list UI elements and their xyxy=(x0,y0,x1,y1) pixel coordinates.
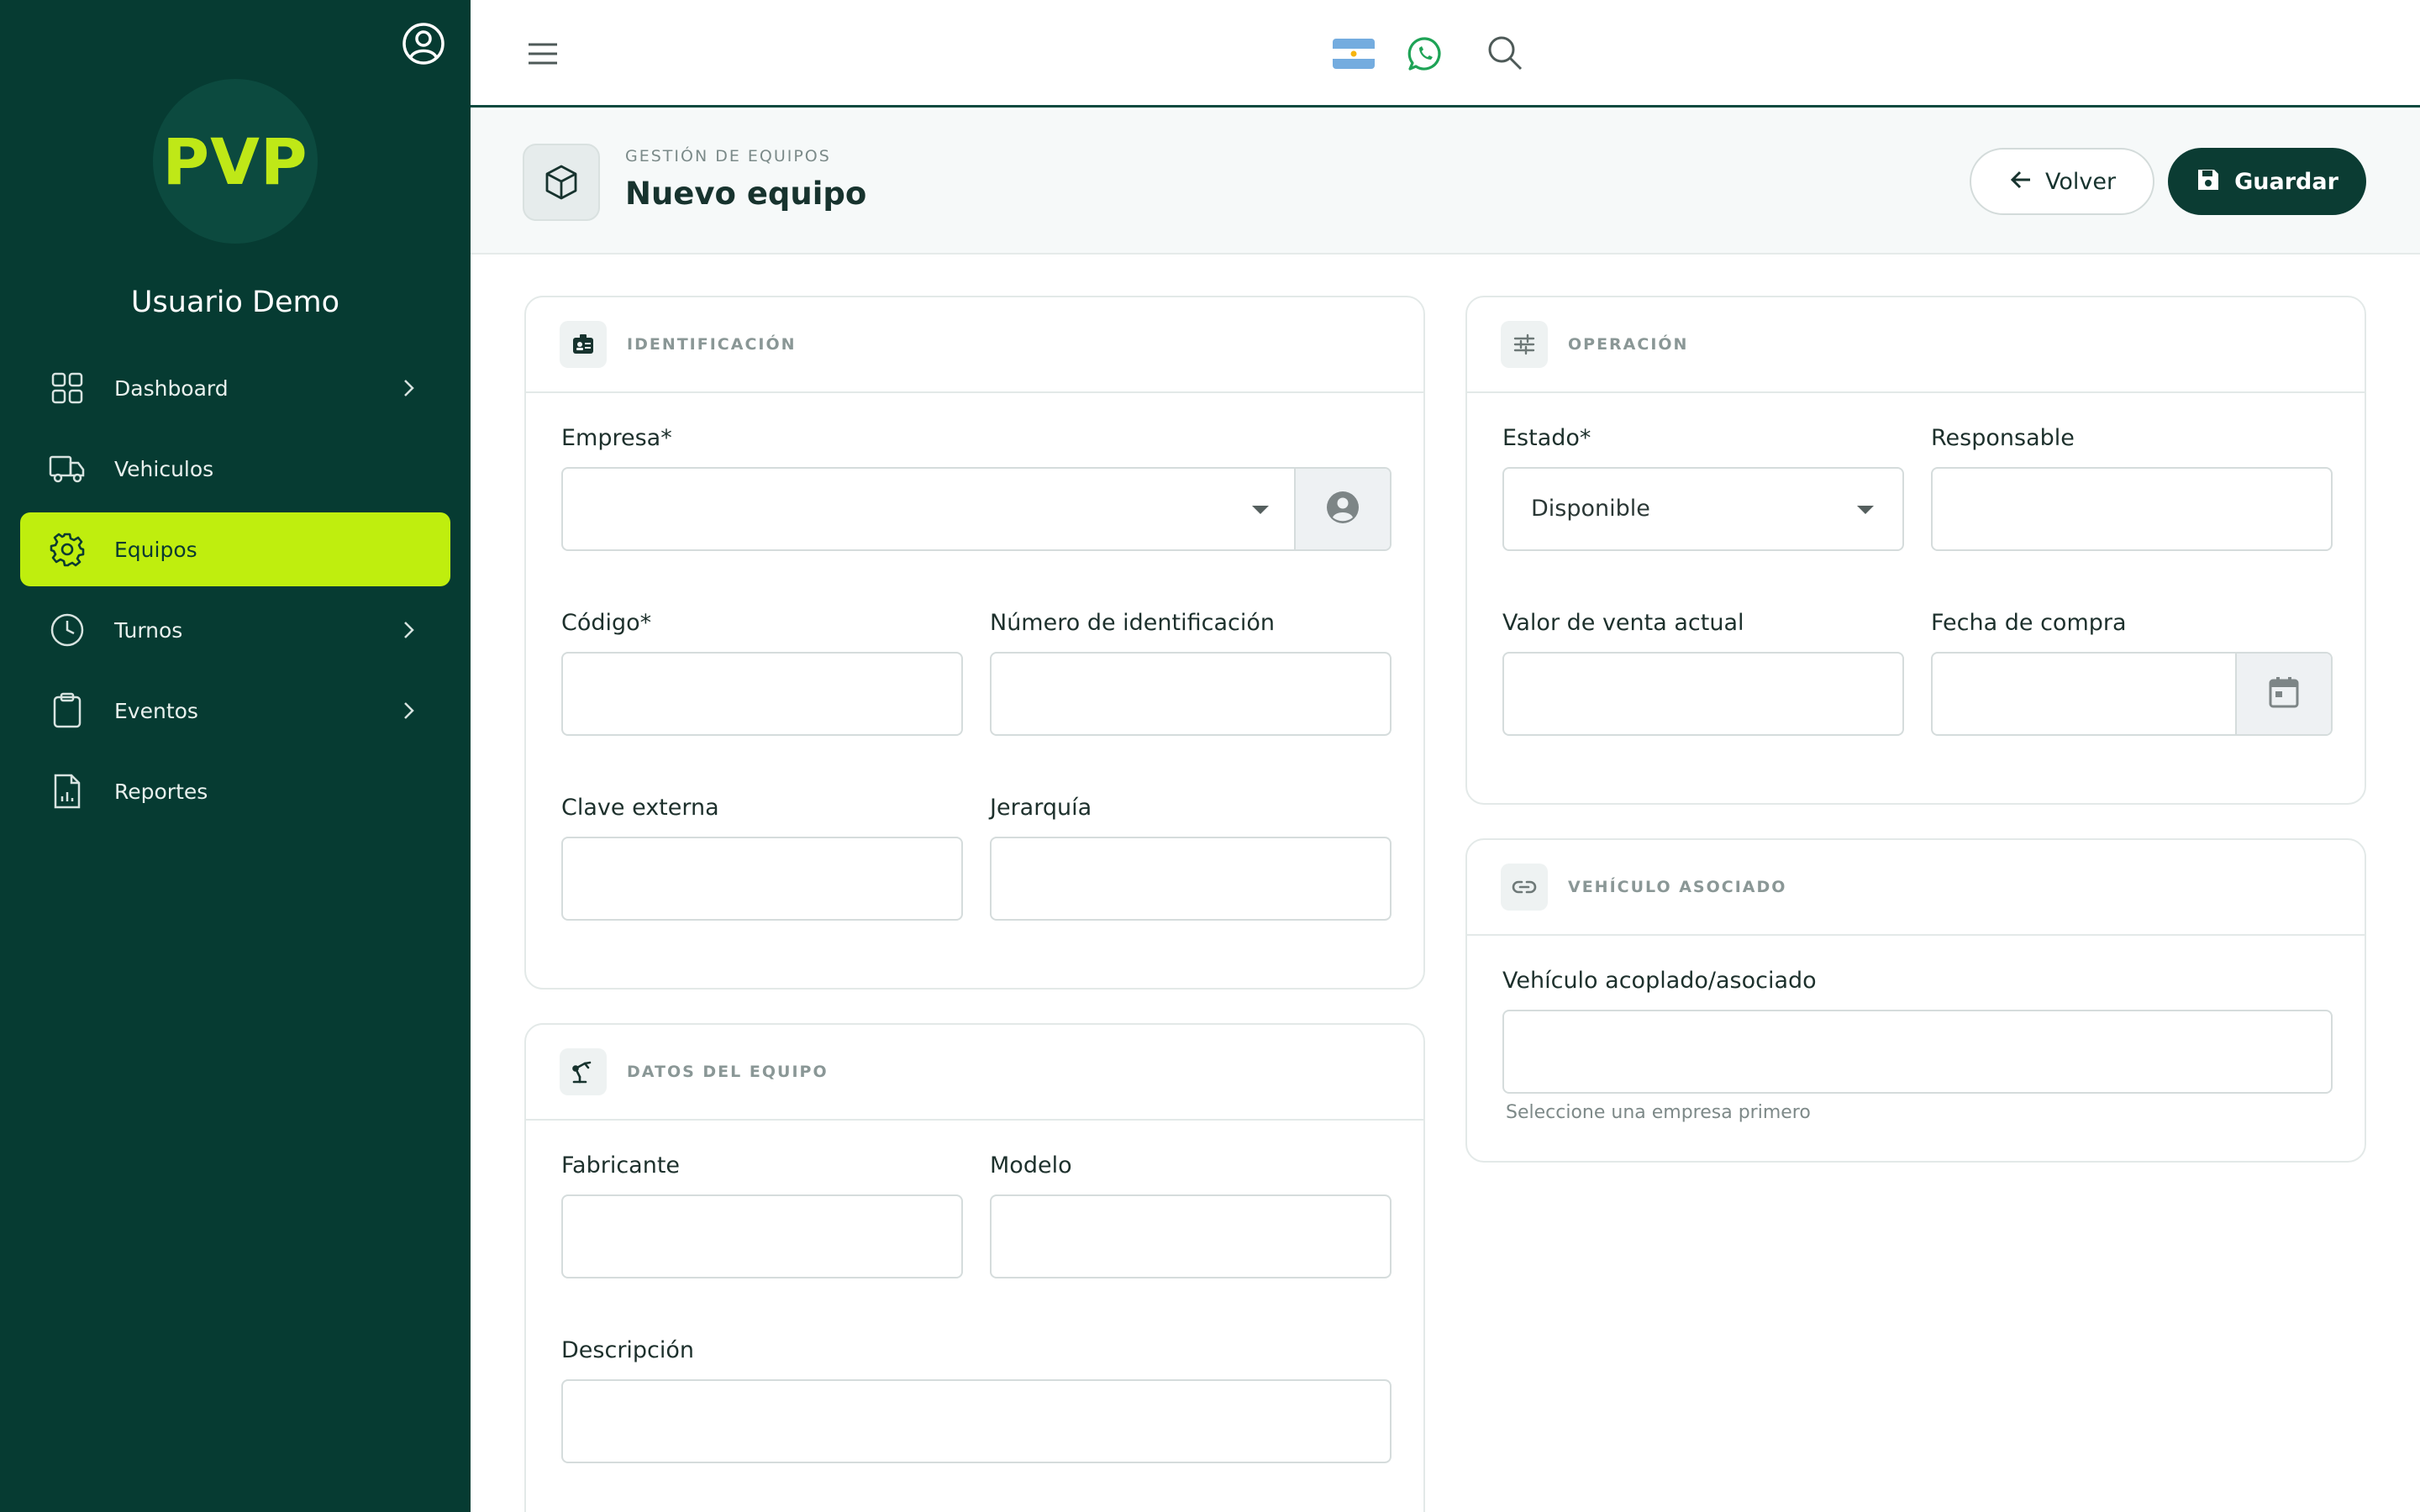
gear-icon xyxy=(49,531,86,568)
user-account-icon[interactable] xyxy=(400,20,447,67)
clave-externa-input[interactable] xyxy=(561,837,963,921)
vehiculo-asociado-input[interactable] xyxy=(1502,1010,2333,1094)
report-file-icon xyxy=(49,773,86,810)
modelo-label: Modelo xyxy=(990,1152,1072,1179)
codigo-label: Código* xyxy=(561,610,652,636)
page-header: GESTIÓN DE EQUIPOS Nuevo equipo Volver G… xyxy=(471,110,2420,255)
chevron-right-icon xyxy=(397,376,420,400)
identificacion-card: IDENTIFICACIÓN Empresa* Código* Número d… xyxy=(524,296,1425,990)
sidebar-item-eventos[interactable]: Eventos xyxy=(20,674,450,748)
brand-logo: PVP xyxy=(153,79,318,244)
chevron-right-icon xyxy=(397,699,420,722)
calendar-icon xyxy=(2268,675,2300,712)
brand-logo-text: PVP xyxy=(162,123,308,199)
top-bar xyxy=(471,0,2420,108)
sidebar-item-label: Dashboard xyxy=(114,375,229,401)
fecha-compra-input[interactable] xyxy=(1931,652,2333,736)
card-header: IDENTIFICACIÓN xyxy=(526,297,1423,393)
vehiculo-asociado-label: Vehículo acoplado/asociado xyxy=(1502,968,1817,994)
fecha-compra-label: Fecha de compra xyxy=(1931,610,2127,636)
sidebar: PVP Usuario Demo Dashboard Vehiculos Equ… xyxy=(0,0,471,1512)
datos-equipo-card: DATOS DEL EQUIPO Fabricante Modelo Descr… xyxy=(524,1023,1425,1512)
caret-down-icon xyxy=(1252,506,1269,514)
clipboard-icon xyxy=(49,692,86,729)
cube-icon xyxy=(523,144,600,221)
responsable-input[interactable] xyxy=(1931,467,2333,551)
valor-venta-input[interactable] xyxy=(1502,652,1904,736)
valor-venta-label: Valor de venta actual xyxy=(1502,610,1744,636)
sidebar-item-label: Reportes xyxy=(114,779,208,804)
numero-identificacion-input[interactable] xyxy=(990,652,1392,736)
calendar-button[interactable] xyxy=(2235,654,2331,734)
estado-label: Estado* xyxy=(1502,425,1591,451)
card-header: DATOS DEL EQUIPO xyxy=(526,1025,1423,1121)
back-button-label: Volver xyxy=(2044,168,2117,195)
codigo-input[interactable] xyxy=(561,652,963,736)
sliders-icon xyxy=(1501,321,1548,368)
sidebar-item-label: Turnos xyxy=(114,617,183,643)
save-button-label: Guardar xyxy=(2234,168,2338,195)
estado-select-value: Disponible xyxy=(1531,496,1650,522)
sidebar-item-equipos[interactable]: Equipos xyxy=(20,512,450,586)
empresa-label: Empresa* xyxy=(561,425,672,451)
clock-icon xyxy=(49,612,86,648)
operacion-card: OPERACIÓN Estado* Disponible Responsable… xyxy=(1465,296,2366,805)
sidebar-item-dashboard[interactable]: Dashboard xyxy=(20,351,450,425)
robotic-arm-icon xyxy=(560,1048,607,1095)
card-title: DATOS DEL EQUIPO xyxy=(627,1063,829,1081)
truck-icon xyxy=(49,450,86,487)
jerarquia-label: Jerarquía xyxy=(990,795,1092,821)
sidebar-item-label: Vehiculos xyxy=(114,456,214,481)
card-header: OPERACIÓN xyxy=(1467,297,2365,393)
back-button[interactable]: Volver xyxy=(1970,148,2154,215)
whatsapp-icon[interactable] xyxy=(1407,35,1444,72)
breadcrumb: GESTIÓN DE EQUIPOS xyxy=(625,147,831,165)
fabricante-input[interactable] xyxy=(561,1194,963,1278)
vehiculo-hint-text: Seleccione una empresa primero xyxy=(1506,1102,1811,1123)
sidebar-item-label: Equipos xyxy=(114,537,197,562)
card-title: OPERACIÓN xyxy=(1568,335,1689,354)
numero-identificacion-label: Número de identificación xyxy=(990,610,1275,636)
floppy-disk-icon xyxy=(2196,167,2221,196)
descripcion-label: Descripción xyxy=(561,1337,695,1363)
sidebar-username: Usuario Demo xyxy=(130,286,340,319)
save-button[interactable]: Guardar xyxy=(2168,148,2366,215)
jerarquia-input[interactable] xyxy=(990,837,1392,921)
chevron-right-icon xyxy=(397,618,420,642)
id-badge-icon xyxy=(560,321,607,368)
dashboard-grid-icon xyxy=(49,370,86,407)
sidebar-nav: Dashboard Vehiculos Equipos Turnos Event… xyxy=(20,351,450,835)
descripcion-input[interactable] xyxy=(561,1379,1392,1463)
responsable-label: Responsable xyxy=(1931,425,2075,451)
card-title: IDENTIFICACIÓN xyxy=(627,335,797,354)
sidebar-item-vehiculos[interactable]: Vehiculos xyxy=(20,432,450,506)
user-circle-icon xyxy=(1325,490,1360,528)
vehiculo-asociado-card: VEHÍCULO ASOCIADO Vehículo acoplado/asoc… xyxy=(1465,838,2366,1163)
empresa-user-button[interactable] xyxy=(1294,469,1390,549)
argentina-flag-icon[interactable] xyxy=(1333,39,1375,69)
menu-icon[interactable] xyxy=(526,37,560,71)
sidebar-item-turnos[interactable]: Turnos xyxy=(20,593,450,667)
caret-down-icon xyxy=(1857,506,1874,514)
card-title: VEHÍCULO ASOCIADO xyxy=(1568,878,1787,896)
modelo-input[interactable] xyxy=(990,1194,1392,1278)
card-header: VEHÍCULO ASOCIADO xyxy=(1467,840,2365,936)
arrow-left-icon xyxy=(2008,167,2033,196)
estado-select[interactable]: Disponible xyxy=(1502,467,1904,551)
fabricante-label: Fabricante xyxy=(561,1152,681,1179)
page-title: Nuevo equipo xyxy=(625,176,867,212)
empresa-select[interactable] xyxy=(561,467,1392,551)
sidebar-item-reportes[interactable]: Reportes xyxy=(20,754,450,828)
link-icon xyxy=(1501,864,1548,911)
sidebar-item-label: Eventos xyxy=(114,698,198,723)
clave-externa-label: Clave externa xyxy=(561,795,719,821)
search-icon[interactable] xyxy=(1486,34,1524,72)
